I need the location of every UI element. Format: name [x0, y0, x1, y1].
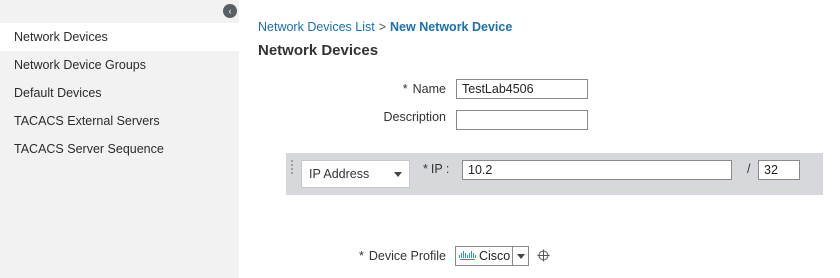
description-input[interactable]: [456, 110, 588, 130]
ip-label-text: IP :: [430, 162, 450, 176]
breadcrumb-current: New Network Device: [390, 20, 513, 34]
name-label: * Name: [359, 82, 446, 96]
description-label: Description: [383, 110, 446, 124]
breadcrumb-separator: >: [378, 20, 387, 34]
subnet-mask-input[interactable]: [758, 160, 800, 180]
sidebar-item-tacacs-external-servers[interactable]: TACACS External Servers: [0, 107, 239, 135]
device-profile-label: * Device Profile: [339, 249, 446, 263]
select-divider: [512, 247, 513, 265]
name-input[interactable]: [456, 79, 588, 99]
crosshair-icon[interactable]: [537, 249, 550, 262]
sidebar-item-network-devices[interactable]: Network Devices: [0, 23, 239, 51]
caret-down-icon: [517, 254, 525, 259]
collapse-sidebar-icon[interactable]: ‹: [223, 4, 237, 18]
page-title: Network Devices: [258, 42, 379, 59]
ip-type-select[interactable]: IP Address: [301, 160, 410, 188]
device-profile-select[interactable]: Cisco: [455, 246, 529, 266]
required-marker: *: [359, 249, 364, 263]
ip-address-input[interactable]: [462, 160, 732, 180]
sidebar-nav: Network Devices Network Device Groups De…: [0, 23, 239, 163]
sidebar-item-tacacs-server-sequence[interactable]: TACACS Server Sequence: [0, 135, 239, 163]
caret-down-icon: [394, 172, 402, 177]
mask-separator: /: [747, 162, 751, 176]
device-profile-value: Cisco: [479, 249, 511, 263]
required-marker: *: [423, 162, 428, 176]
cisco-logo-icon: [459, 251, 476, 260]
drag-handle-icon[interactable]: [290, 159, 294, 175]
ip-address-row: IP Address *IP : /: [286, 153, 823, 195]
sidebar-item-default-devices[interactable]: Default Devices: [0, 79, 239, 107]
required-marker: *: [402, 82, 408, 96]
sidebar-item-network-device-groups[interactable]: Network Device Groups: [0, 51, 239, 79]
sidebar: ‹ Network Devices Network Device Groups …: [0, 0, 239, 278]
device-profile-label-text: Device Profile: [368, 249, 446, 263]
ip-type-value: IP Address: [309, 167, 370, 181]
breadcrumb-parent-link[interactable]: Network Devices List: [258, 20, 375, 34]
name-label-text: Name: [412, 82, 446, 96]
breadcrumb: Network Devices List > New Network Device: [258, 20, 512, 34]
ip-label: * IP :: [423, 162, 449, 176]
main-content: Network Devices List > New Network Device …: [239, 0, 840, 278]
